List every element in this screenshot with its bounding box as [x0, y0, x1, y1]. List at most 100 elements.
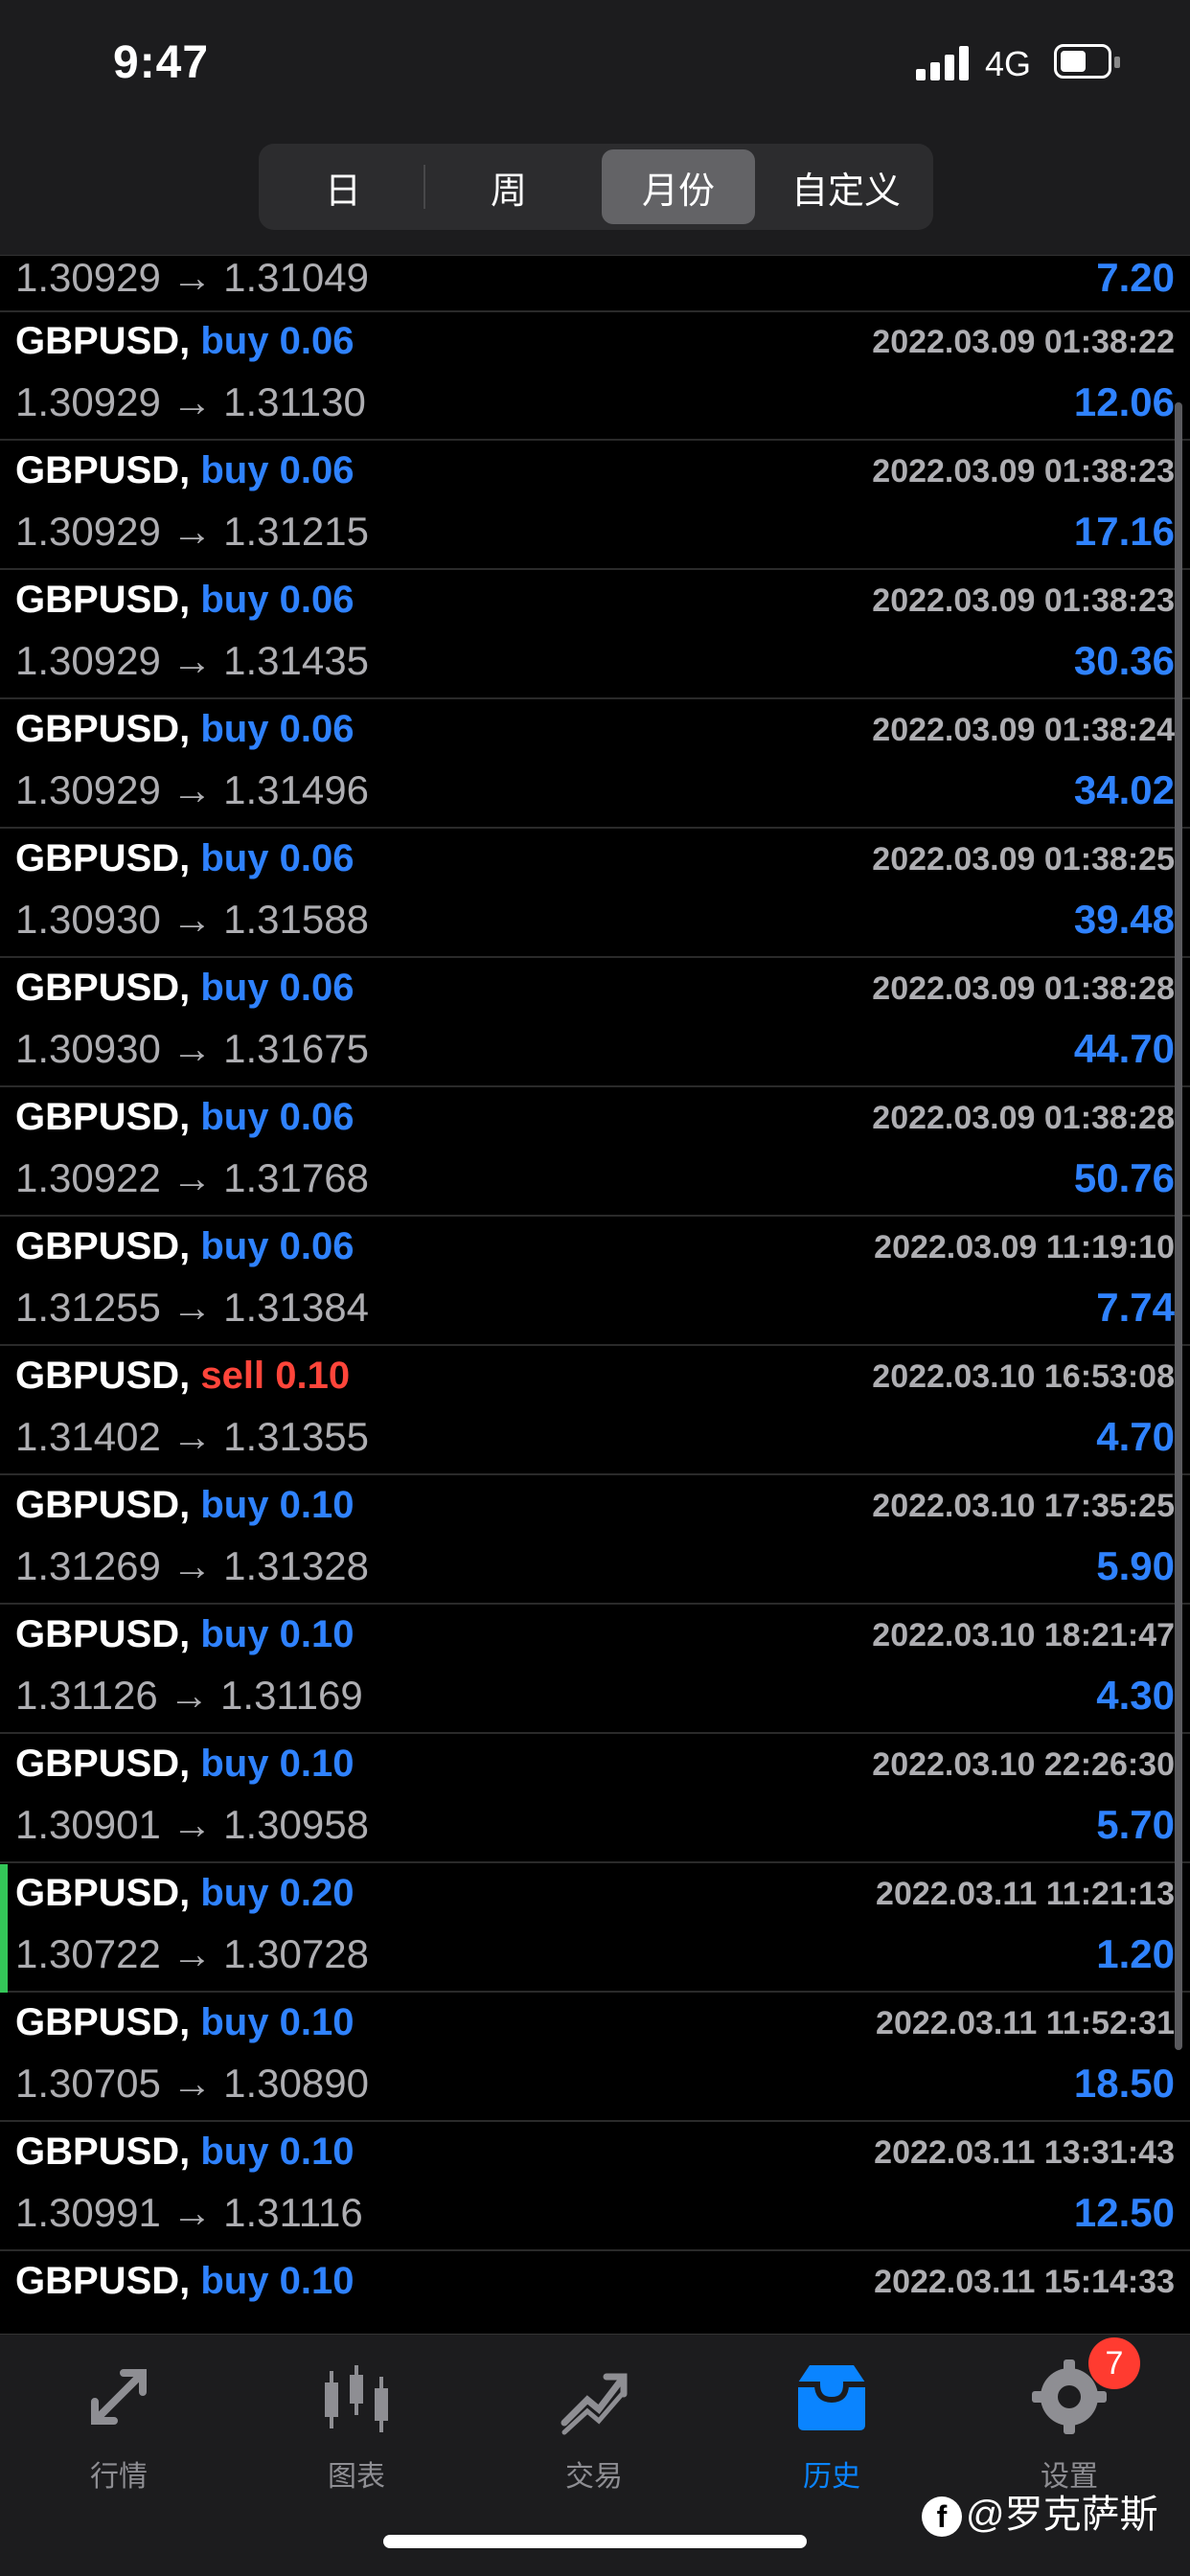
watermark: f @罗克萨斯	[922, 2483, 1158, 2539]
history-row[interactable]: GBPUSD, buy 0.10 2022.03.11 11:52:31 1.307…	[0, 1994, 1190, 2122]
tab-chart[interactable]: 图表	[280, 2354, 433, 2497]
profit-value: 12.50	[1073, 2190, 1175, 2235]
tab-trade[interactable]: 交易	[517, 2354, 671, 2497]
trade-datetime: 2022.03.09 01:38:24	[872, 712, 1175, 748]
history-row[interactable]: GBPUSD, buy 0.10 2022.03.11 13:31:43 1.309…	[0, 2123, 1190, 2251]
home-indicator[interactable]	[383, 2535, 807, 2548]
trade-datetime: 2022.03.10 16:53:08	[872, 1358, 1175, 1395]
price-range: 1.31269 → 1.31328	[15, 1543, 369, 1588]
trade-datetime: 2022.03.09 11:19:10	[874, 1229, 1175, 1265]
trade-side: buy 0.10	[200, 1484, 355, 1526]
symbol-name: GBPUSD,	[15, 2260, 191, 2302]
history-list[interactable]: 1.30929 → 1.31049 7.20 GBPUSD, buy 0.06 2…	[0, 255, 1190, 2334]
trade-side: buy 0.06	[200, 579, 355, 621]
history-row[interactable]: 1.30929 → 1.31049 7.20	[0, 255, 1190, 312]
price-range: 1.30991 → 1.31116	[15, 2190, 363, 2235]
trade-datetime: 2022.03.10 18:21:47	[872, 1617, 1175, 1653]
row-marker	[0, 1864, 8, 1993]
symbol-name: GBPUSD,	[15, 837, 191, 879]
symbol-line: GBPUSD, buy 0.06	[15, 1225, 354, 1268]
tab-quotes[interactable]: 行情	[42, 2354, 195, 2497]
signal-icon	[916, 46, 969, 80]
profit-value: 7.20	[1096, 255, 1175, 300]
symbol-name: GBPUSD,	[15, 1355, 191, 1397]
segment-day[interactable]: 日	[264, 149, 422, 224]
scrollbar[interactable]	[1175, 402, 1182, 2050]
symbol-name: GBPUSD,	[15, 1096, 191, 1138]
history-row[interactable]: GBPUSD, buy 0.06 2022.03.09 01:38:25 1.309…	[0, 830, 1190, 958]
history-row[interactable]: GBPUSD, buy 0.06 2022.03.09 01:38:28 1.309…	[0, 959, 1190, 1087]
segment-week[interactable]: 周	[427, 149, 590, 224]
history-row[interactable]: GBPUSD, sell 0.10 2022.03.10 16:53:08 1.31…	[0, 1347, 1190, 1475]
trade-datetime: 2022.03.11 11:21:13	[876, 1876, 1175, 1912]
chart-icon	[325, 2365, 388, 2432]
symbol-name: GBPUSD,	[15, 1613, 191, 1655]
price-range: 1.30922 → 1.31768	[15, 1155, 369, 1200]
price-range: 1.31126 → 1.31169	[15, 1673, 363, 1718]
history-row[interactable]: GBPUSD, buy 0.20 2022.03.11 11:21:13 1.307…	[0, 1864, 1190, 1993]
facebook-icon: f	[922, 2496, 962, 2538]
tab-label: 行情	[90, 2461, 148, 2493]
status-time: 9:47	[113, 37, 210, 88]
symbol-line: GBPUSD, buy 0.06	[15, 837, 354, 880]
history-row[interactable]: GBPUSD, buy 0.06 2022.03.09 01:38:23 1.309…	[0, 571, 1190, 699]
trade-datetime: 2022.03.09 01:38:28	[872, 1100, 1175, 1136]
profit-value: 44.70	[1073, 1026, 1175, 1071]
profit-value: 5.90	[1096, 1543, 1175, 1588]
history-row[interactable]: GBPUSD, buy 0.06 2022.03.09 01:38:23 1.309…	[0, 442, 1190, 570]
price-range: 1.30929 → 1.31215	[15, 509, 369, 554]
trade-side: sell 0.10	[200, 1355, 351, 1397]
trade-datetime: 2022.03.09 01:38:23	[872, 582, 1175, 619]
profit-value: 50.76	[1073, 1155, 1175, 1200]
symbol-line: GBPUSD, buy 0.06	[15, 579, 354, 622]
profit-value: 12.06	[1073, 379, 1175, 424]
history-row[interactable]: GBPUSD, buy 0.06 2022.03.09 11:19:10 1.312…	[0, 1218, 1190, 1346]
profit-value: 5.70	[1096, 1802, 1175, 1847]
profit-value: 17.16	[1073, 509, 1175, 554]
trade-datetime: 2022.03.11 11:52:31	[876, 2005, 1175, 2041]
trade-side: buy 0.06	[200, 708, 355, 750]
status-bar: 9:47 4G	[0, 0, 1190, 134]
trade-side: buy 0.10	[200, 2260, 355, 2302]
tab-label: 图表	[328, 2461, 385, 2493]
profit-value: 7.74	[1096, 1285, 1175, 1330]
history-row[interactable]: GBPUSD, buy 0.10 2022.03.10 17:35:25 1.312…	[0, 1476, 1190, 1605]
symbol-name: GBPUSD,	[15, 708, 191, 750]
settings-badge: 7	[1088, 2337, 1140, 2389]
symbol-name: GBPUSD,	[15, 1872, 191, 1914]
history-row[interactable]: GBPUSD, buy 0.06 2022.03.09 01:38:22 1.309…	[0, 312, 1190, 441]
history-row[interactable]: GBPUSD, buy 0.06 2022.03.09 01:38:28 1.309…	[0, 1088, 1190, 1217]
segment-divider	[423, 165, 425, 209]
history-row[interactable]: GBPUSD, buy 0.10 2022.03.10 22:26:30 1.309…	[0, 1735, 1190, 1863]
profit-value: 18.50	[1073, 2061, 1175, 2106]
watermark-text: @罗克萨斯	[966, 2494, 1158, 2536]
price-range: 1.30929 → 1.31435	[15, 638, 369, 683]
symbol-name: GBPUSD,	[15, 579, 191, 621]
symbol-line: GBPUSD, buy 0.10	[15, 2131, 354, 2174]
profit-value: 34.02	[1073, 767, 1175, 812]
price-range: 1.30929 → 1.31496	[15, 767, 369, 812]
symbol-name: GBPUSD,	[15, 1225, 191, 1267]
trade-datetime: 2022.03.09 01:38:28	[872, 970, 1175, 1007]
trade-icon	[561, 2373, 628, 2435]
trade-side: buy 0.06	[200, 449, 355, 491]
symbol-line: GBPUSD, buy 0.06	[15, 967, 354, 1010]
symbol-line: GBPUSD, buy 0.10	[15, 1484, 354, 1527]
history-row[interactable]: GBPUSD, buy 0.10 2022.03.10 18:21:47 1.311…	[0, 1606, 1190, 1734]
symbol-line: GBPUSD, buy 0.06	[15, 1096, 354, 1139]
symbol-name: GBPUSD,	[15, 1484, 191, 1526]
symbol-line: GBPUSD, buy 0.20	[15, 1872, 354, 1915]
profit-value: 4.70	[1096, 1414, 1175, 1459]
trade-datetime: 2022.03.11 15:14:33	[874, 2264, 1175, 2300]
period-segmented-control: 日 周 月份 自定义	[259, 144, 933, 230]
symbol-line: GBPUSD, sell 0.10	[15, 1355, 350, 1398]
symbol-line: GBPUSD, buy 0.10	[15, 2260, 354, 2303]
trade-side: buy 0.10	[200, 2001, 355, 2043]
symbol-line: GBPUSD, buy 0.10	[15, 1743, 354, 1786]
history-row[interactable]: GBPUSD, buy 0.06 2022.03.09 01:38:24 1.309…	[0, 700, 1190, 829]
price-range: 1.30930 → 1.31588	[15, 897, 369, 942]
history-row[interactable]: GBPUSD, buy 0.10 2022.03.11 15:14:33	[0, 2252, 1190, 2334]
segment-month[interactable]: 月份	[602, 149, 755, 224]
segment-custom[interactable]: 自定义	[765, 149, 927, 224]
tab-history[interactable]: 历史	[755, 2354, 908, 2497]
